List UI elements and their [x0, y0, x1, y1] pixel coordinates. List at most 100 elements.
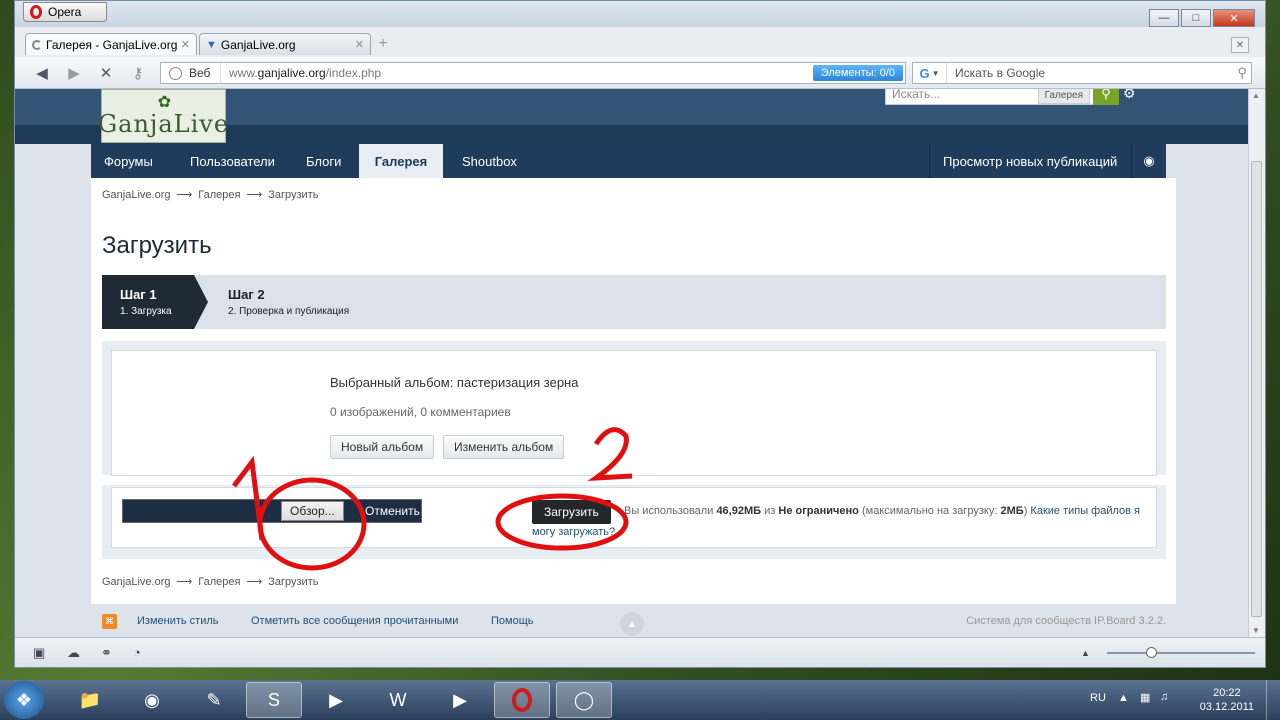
rss-icon[interactable]: ⌘ — [102, 614, 117, 629]
max-value: 2МБ — [1000, 505, 1024, 517]
clock[interactable]: 20:22 03.12.2011 — [1200, 686, 1254, 714]
cloud-icon[interactable]: ☁ — [67, 645, 80, 661]
breadcrumb-gallery[interactable]: Галерея — [198, 189, 240, 201]
close-tab-icon[interactable]: ✕ — [355, 38, 364, 51]
breadcrumb-home[interactable]: GanjaLive.org — [102, 189, 171, 201]
language-indicator[interactable]: RU — [1090, 692, 1106, 704]
step-2: Шаг 2 2. Проверка и публикация — [228, 287, 349, 317]
breadcrumb-home[interactable]: GanjaLive.org — [102, 576, 171, 588]
skype-icon[interactable]: S — [246, 682, 302, 718]
share-icon[interactable]: ⚭ — [101, 645, 112, 661]
google-search-box[interactable]: G ▼ Искать в Google ⚲ — [912, 62, 1252, 84]
search-icon[interactable]: ⚲ — [1237, 65, 1247, 81]
file-types-link[interactable]: Какие типы файлов я — [1030, 505, 1140, 517]
change-album-button[interactable]: Изменить альбом — [443, 435, 565, 459]
globe-app-icon[interactable]: ◯ — [556, 682, 612, 718]
new-tab-button[interactable]: + — [373, 33, 393, 55]
navigation-bar: ◀ ▶ ✕ ⚷ Веб www.ganjalive.org/index.php … — [15, 57, 1265, 89]
upload-button[interactable]: Загрузить — [532, 500, 611, 524]
address-scope[interactable]: Веб — [161, 63, 221, 83]
location-pin-icon[interactable]: ◉ — [1131, 144, 1166, 178]
forward-icon[interactable]: ▶ — [63, 63, 85, 83]
url-text[interactable]: www.ganjalive.org/index.php — [221, 66, 381, 80]
page-title: Загрузить — [102, 232, 212, 259]
tab-bar: Галерея - GanjaLive.org ✕ ▼ GanjaLive.org ✕… — [25, 33, 393, 55]
media-classic-icon[interactable]: ▶ — [432, 682, 488, 718]
tab-label: GanjaLive.org — [220, 37, 296, 52]
scroll-up-icon[interactable]: ▲ — [1252, 91, 1260, 100]
speed-dial-icon[interactable]: ◔ — [133, 645, 141, 660]
maximize-button[interactable]: □ — [1181, 9, 1211, 27]
mark-read-link[interactable]: Отметить все сообщения прочитанными — [251, 615, 458, 627]
cancel-button[interactable]: Отменить — [359, 501, 426, 521]
menu-item-shoutbox[interactable]: Shoutbox — [449, 144, 530, 178]
search-scope-badge[interactable]: Галерея — [1037, 89, 1090, 104]
opera-taskbar-icon[interactable] — [494, 682, 550, 718]
site-logo[interactable]: ✿ GanjaLive — [97, 89, 230, 143]
menu-item-gallery[interactable]: Галерея — [359, 144, 443, 178]
quota-info: Вы использовали 46,92МБ из Не ограничено… — [624, 505, 1140, 517]
firefox-icon[interactable]: ◉ — [124, 682, 180, 718]
google-engine-icon[interactable]: G ▼ — [913, 63, 947, 83]
step-2-subtitle: 2. Проверка и публикация — [228, 306, 350, 317]
file-input[interactable]: Обзор... Отменить — [122, 499, 422, 523]
word-icon[interactable]: W — [370, 682, 426, 718]
notes-icon[interactable]: ✎ — [186, 682, 242, 718]
minimize-button[interactable]: — — [1149, 9, 1179, 27]
close-tab-icon[interactable]: ✕ — [181, 38, 190, 51]
media-player-icon[interactable]: ▶ — [308, 682, 364, 718]
quota-limit: Не ограничено — [778, 505, 859, 517]
breadcrumb: GanjaLive.org ⟶ Галерея ⟶ Загрузить — [102, 188, 318, 201]
breadcrumb-gallery[interactable]: Галерея — [198, 576, 240, 588]
start-button[interactable]: ❖ — [4, 681, 44, 719]
quota-mid: из — [764, 505, 776, 517]
page-content: GanjaLive.org ⟶ Галерея ⟶ Загрузить Загрузит… — [91, 178, 1176, 604]
tab-gallery[interactable]: Галерея - GanjaLive.org ✕ — [25, 33, 197, 55]
zoom-slider[interactable] — [1107, 652, 1255, 654]
scroll-thumb[interactable] — [1251, 161, 1262, 617]
zoom-up-icon[interactable]: ▲ — [1081, 648, 1090, 658]
zoom-slider-knob[interactable] — [1146, 647, 1157, 658]
explorer-icon[interactable]: 📁 — [62, 682, 118, 718]
elements-badge[interactable]: Элементы: 0/0 — [812, 65, 903, 81]
status-bar: ▣ ☁ ⚭ ◔ ▲ — [15, 637, 1265, 667]
file-types-link-cont[interactable]: могу загружать? — [532, 526, 615, 538]
opera-menu-button[interactable]: Opera — [23, 2, 107, 22]
closed-tabs-icon[interactable]: ✕ — [1231, 37, 1249, 53]
menu-item-blogs[interactable]: Блоги — [293, 144, 354, 178]
help-link[interactable]: Помощь — [491, 615, 534, 627]
address-bar[interactable]: Веб www.ganjalive.org/index.php Элементы… — [160, 62, 906, 84]
menu-item-forums[interactable]: Форумы — [91, 144, 166, 178]
step-1-title: Шаг 1 — [120, 287, 157, 302]
back-icon[interactable]: ◀ — [31, 63, 53, 83]
stop-icon[interactable]: ✕ — [95, 63, 117, 83]
breadcrumb-current: Загрузить — [268, 576, 319, 588]
menu-item-new-posts[interactable]: Просмотр новых публикаций — [929, 144, 1130, 178]
vertical-scrollbar[interactable]: ▲ ▼ — [1248, 89, 1263, 637]
clock-time: 20:22 — [1213, 687, 1241, 699]
close-window-button[interactable]: ✕ — [1213, 9, 1255, 27]
site-search-placeholder: Искать... — [892, 89, 941, 101]
key-icon[interactable]: ⚷ — [127, 63, 149, 83]
back-to-top-icon[interactable]: ▲ — [620, 612, 644, 636]
new-album-button[interactable]: Новый альбом — [330, 435, 435, 459]
site-search-input[interactable]: Искать... Галерея ⚲ — [885, 89, 1119, 105]
album-info: Выбранный альбом: пастеризация зерна 0 и… — [111, 350, 1157, 476]
menu-item-users[interactable]: Пользователи — [177, 144, 288, 178]
leaf-icon: ✿ — [157, 92, 173, 111]
scroll-down-icon[interactable]: ▼ — [1252, 626, 1260, 635]
site-logo-text: GanjaLive — [97, 110, 230, 138]
network-icon[interactable]: ▦ — [1140, 691, 1150, 704]
panel-toggle-icon[interactable]: ▣ — [33, 645, 45, 661]
gear-icon[interactable]: ⚙ — [1123, 89, 1136, 102]
volume-icon[interactable]: ♫ — [1160, 691, 1168, 703]
show-desktop-button[interactable] — [1266, 680, 1280, 720]
arrow-right-icon: ⟶ — [246, 189, 263, 201]
search-go-icon[interactable]: ⚲ — [1093, 89, 1119, 105]
tray-expand-icon[interactable]: ▲ — [1118, 692, 1129, 704]
url-path: /index.php — [325, 66, 382, 80]
browse-button[interactable]: Обзор... — [281, 501, 344, 521]
tab-ganjalive[interactable]: ▼ GanjaLive.org ✕ — [199, 33, 371, 55]
breadcrumb-current: Загрузить — [268, 189, 319, 201]
change-style-link[interactable]: Изменить стиль — [137, 615, 219, 627]
